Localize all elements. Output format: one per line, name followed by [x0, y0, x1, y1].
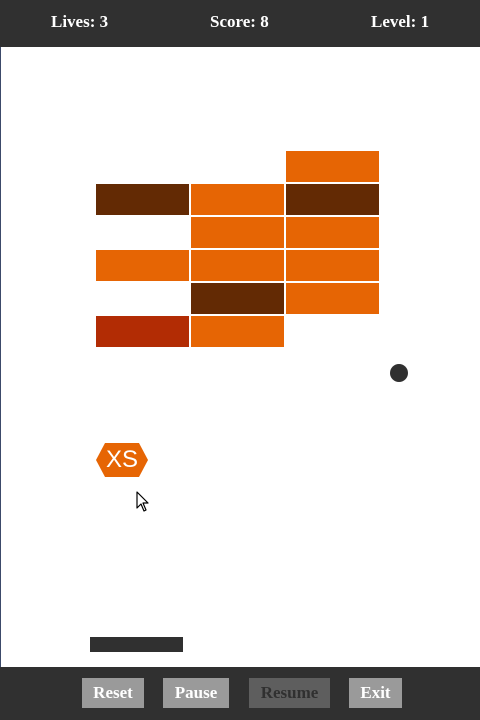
brick [286, 217, 379, 248]
brick [286, 250, 379, 281]
brick [191, 184, 284, 215]
brick [286, 151, 379, 182]
exit-button[interactable]: Exit [349, 678, 402, 708]
resume-button[interactable]: Resume [249, 678, 330, 708]
reset-button[interactable]: Reset [82, 678, 144, 708]
powerup-label: XS [105, 446, 138, 473]
paddle[interactable] [90, 637, 183, 652]
brick [96, 184, 189, 215]
pause-button[interactable]: Pause [163, 678, 229, 708]
brick [191, 316, 284, 347]
brick [96, 250, 189, 281]
mouse-pointer-icon [136, 491, 150, 518]
game-playfield[interactable]: XS [0, 0, 480, 720]
ball [390, 364, 408, 382]
brick [191, 283, 284, 314]
powerup-xs: XS [96, 443, 148, 477]
brick [191, 217, 284, 248]
control-bar: Reset Pause Resume Exit [0, 667, 480, 720]
brick [286, 184, 379, 215]
brick [191, 250, 284, 281]
brick [96, 316, 189, 347]
brick [286, 283, 379, 314]
